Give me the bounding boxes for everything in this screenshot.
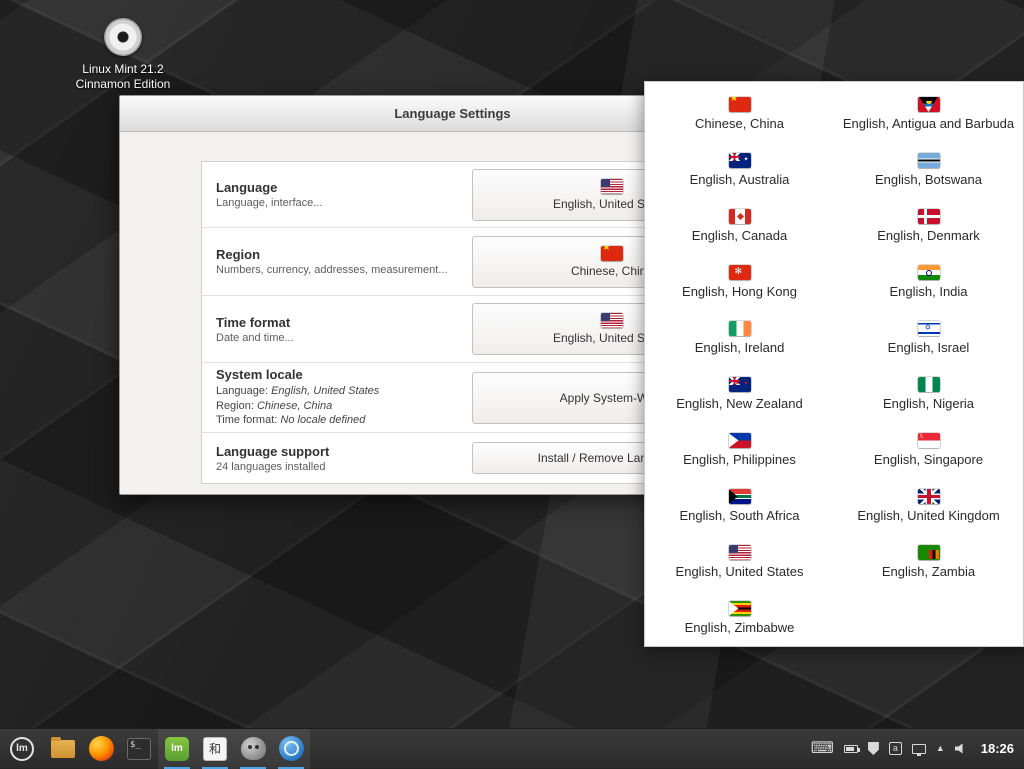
mint-installer-icon: lm [165,737,189,761]
flag-philippines-icon [729,433,751,448]
flag-new-zealand-icon [729,377,751,392]
flag-antigua-and-barbuda-icon [918,97,940,112]
language-option[interactable]: English, Zimbabwe [645,590,834,646]
system-locale-row-title: System locale [216,367,379,382]
language-option[interactable]: English, Botswana [834,142,1023,198]
firefox-icon [89,736,114,761]
flag-united-kingdom-icon [918,489,940,504]
language-settings-icon: 和 [203,737,227,761]
flag-china-icon [601,246,623,261]
language-option[interactable]: English, Philippines [645,422,834,478]
flag-australia-icon [729,153,751,168]
flag-united-states-icon [601,313,623,328]
flag-zambia-icon [918,545,940,560]
region-picker-label: Chinese, China [571,264,653,278]
flag-botswana-icon [918,153,940,168]
desktop-icon-label: Linux Mint 21.2 Cinnamon Edition [76,62,171,92]
flag-zimbabwe-icon [729,601,751,616]
language-support-row-title: Language support [216,444,329,459]
keyboard-layout-icon[interactable]: ⌨ [811,741,834,757]
network-icon[interactable] [912,744,926,754]
language-option[interactable]: Chinese, China [645,86,834,142]
language-option[interactable]: English, India [834,254,1023,310]
language-option[interactable]: English, Canada [645,198,834,254]
volume-icon[interactable] [955,743,967,754]
flag-south-africa-icon [729,489,751,504]
language-option[interactable]: English, Israel [834,310,1023,366]
software-manager-window-button[interactable] [272,729,310,769]
language-settings-window-button[interactable]: 和 [196,729,234,769]
language-option[interactable]: English, Hong Kong [645,254,834,310]
flag-denmark-icon [918,209,940,224]
flag-united-states-icon [729,545,751,560]
language-option[interactable]: English, New Zealand [645,366,834,422]
region-row-title: Region [216,247,448,262]
flag-nigeria-icon [918,377,940,392]
language-option[interactable]: English, Antigua and Barbuda [834,86,1023,142]
tray-expand-icon[interactable]: ▲ [936,744,945,753]
language-option[interactable]: English, Ireland [645,310,834,366]
gimp-window-button[interactable] [234,729,272,769]
flag-canada-icon [729,209,751,224]
file-manager-launcher[interactable] [44,729,82,769]
mint-menu-button[interactable]: lm [0,729,44,769]
region-row-subtitle: Numbers, currency, addresses, measuremen… [216,264,448,276]
system-locale-language-line: Language: English, United States [216,384,379,399]
language-option[interactable]: English, Zambia [834,534,1023,590]
time-format-row-subtitle: Date and time... [216,332,294,344]
system-locale-region-line: Region: Chinese, China [216,399,379,414]
language-support-row-subtitle: 24 languages installed [216,461,329,473]
time-format-row-title: Time format [216,315,294,330]
window-title: Language Settings [394,106,510,121]
language-option[interactable]: English, Australia [645,142,834,198]
clock[interactable]: 18:26 [981,741,1014,756]
taskbar: lm $_ lm 和 ⌨ a ▲ 18:26 [0,728,1024,768]
language-option[interactable]: English, Nigeria [834,366,1023,422]
system-locale-time-line: Time format: No locale defined [216,413,379,428]
folder-icon [51,740,75,758]
mint-installer-window-button[interactable]: lm [158,729,196,769]
system-tray: ⌨ a ▲ 18:26 [811,741,1024,757]
flag-hong-kong-icon [729,265,751,280]
flag-china-icon [729,97,751,112]
flag-ireland-icon [729,321,751,336]
flag-israel-icon [918,321,940,336]
battery-icon[interactable] [844,745,858,753]
flag-united-states-icon [601,179,623,194]
language-option[interactable]: English, South Africa [645,478,834,534]
language-option[interactable]: English, Singapore [834,422,1023,478]
language-option[interactable]: English, United States [645,534,834,590]
terminal-launcher[interactable]: $_ [120,729,158,769]
mint-logo-icon: lm [10,737,34,761]
gimp-icon [241,737,266,760]
language-option[interactable]: English, Denmark [834,198,1023,254]
flag-india-icon [918,265,940,280]
language-selection-popup: Chinese, China English, Antigua and Barb… [644,81,1024,647]
input-method-icon[interactable]: a [889,742,902,755]
firefox-launcher[interactable] [82,729,120,769]
terminal-icon: $_ [127,738,151,760]
flag-singapore-icon [918,433,940,448]
shield-icon[interactable] [868,742,879,755]
software-manager-icon [279,736,304,761]
language-option[interactable]: English, United Kingdom [834,478,1023,534]
language-row-title: Language [216,180,322,195]
desktop-icon-linux-mint-installer[interactable]: Linux Mint 21.2 Cinnamon Edition [62,18,184,92]
language-row-subtitle: Language, interface... [216,197,322,209]
install-disc-icon [104,18,142,56]
